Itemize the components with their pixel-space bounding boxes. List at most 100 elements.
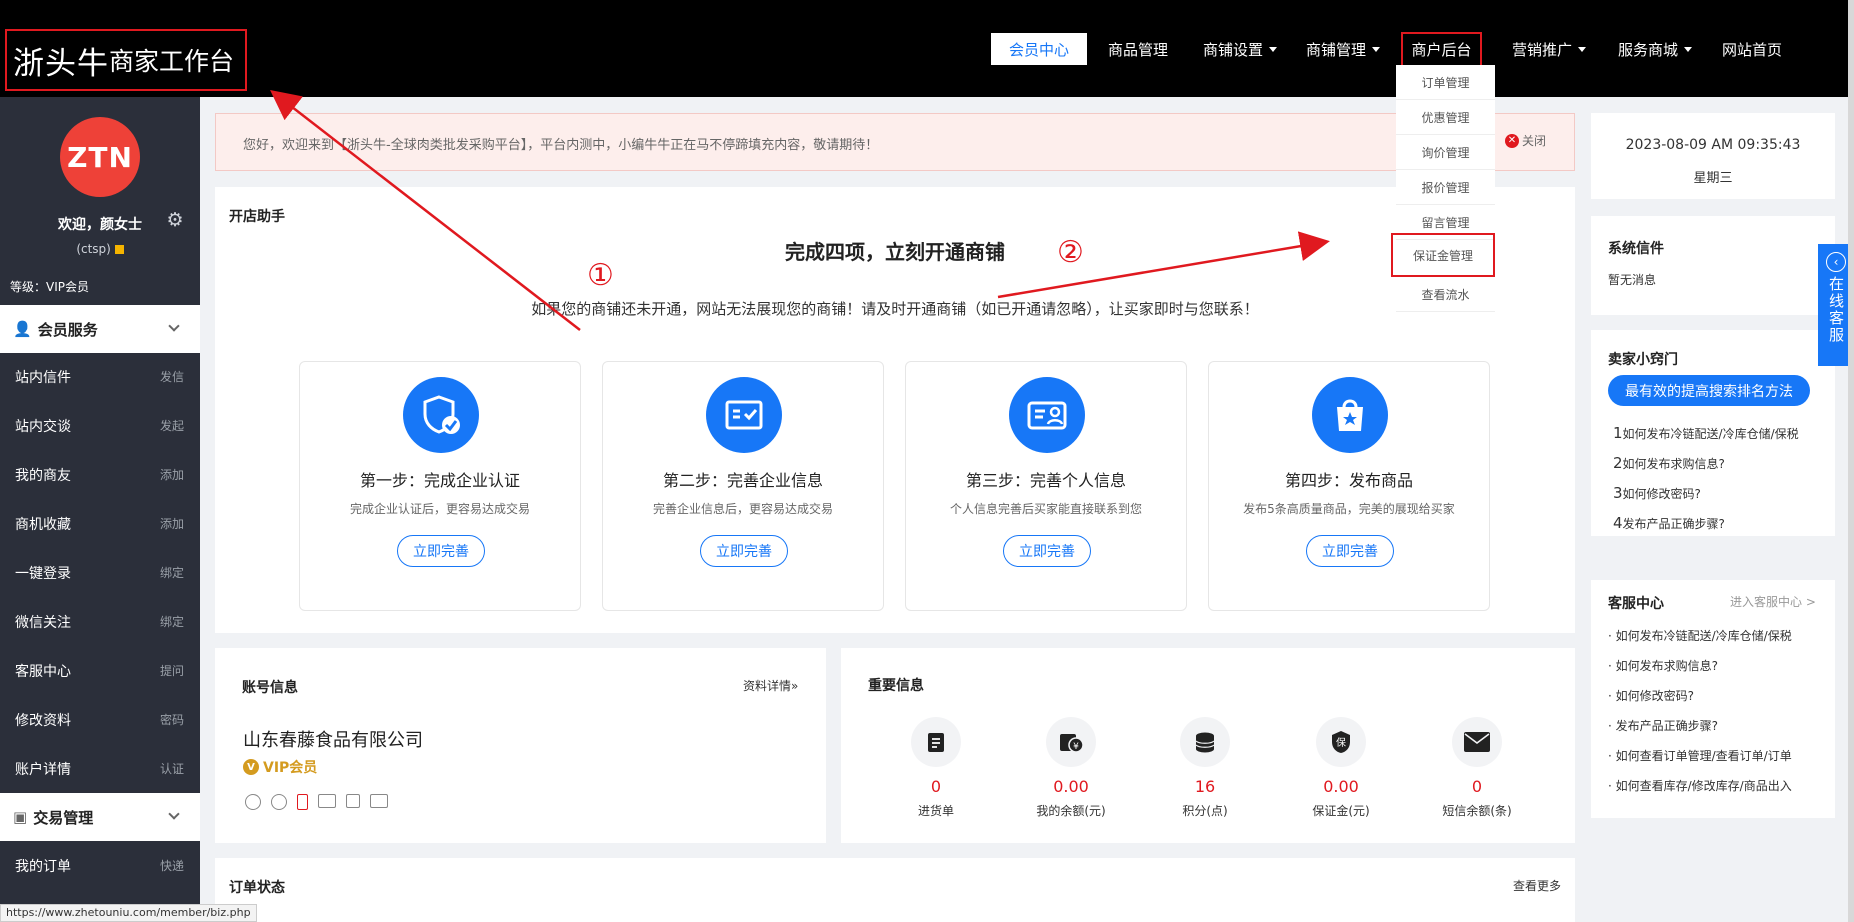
cs-link[interactable]: · 如何修改密码? <box>1608 687 1694 704</box>
tip-link[interactable]: 1如何发布冷链配送/冷库仓储/保税 <box>1613 424 1799 442</box>
sidebar-item[interactable]: 站内信件 发信 <box>0 352 200 401</box>
deposit-value: 0.00 <box>1323 777 1359 796</box>
sidebar-item[interactable]: 账户详情 认证 <box>0 744 200 793</box>
avatar[interactable]: ZTN <box>60 117 140 197</box>
sidebar-item[interactable]: 一键登录 绑定 <box>0 548 200 597</box>
sidebar-item-my-orders[interactable]: 我的订单 快递 <box>0 841 200 890</box>
menu-item-orders[interactable]: 订单管理 <box>1396 65 1495 100</box>
sidebar-item-label: 站内信件 <box>15 369 71 386</box>
datetime-text: 2023-08-09 AM 09:35:43 <box>1625 137 1801 153</box>
nav-service-mall[interactable]: 服务商城 <box>1613 33 1697 65</box>
sidebar-item-label: 修改资料 <box>15 712 71 729</box>
id-card-small-icon[interactable] <box>318 794 336 808</box>
tip-number: 2 <box>1613 454 1623 472</box>
tip-link[interactable]: 2如何发布求购信息? <box>1613 454 1725 472</box>
account-details-link[interactable]: 资料详情» <box>743 677 798 694</box>
sidebar-item[interactable]: 修改资料 密码 <box>0 695 200 744</box>
tip-number: 4 <box>1613 514 1623 532</box>
account-id: (ctsp) <box>0 242 200 256</box>
certificate-seal-icon[interactable] <box>271 794 287 810</box>
nav-merchant-backend[interactable]: 商户后台 <box>1401 32 1482 67</box>
sidebar-item[interactable]: 商机收藏 添加 <box>0 499 200 548</box>
info-item-sms[interactable] <box>1452 717 1502 767</box>
sidebar-item-label: 账户详情 <box>15 761 71 778</box>
sms-label: 短信余额(条) <box>1442 804 1512 818</box>
menu-item-inquiries[interactable]: 询价管理 <box>1396 135 1495 170</box>
sidebar-item-action[interactable]: 发信 <box>160 368 184 385</box>
nav-marketing[interactable]: 营销推广 <box>1507 33 1591 65</box>
trophy-icon[interactable] <box>245 794 261 810</box>
sidebar-item-action[interactable]: 密码 <box>160 711 184 728</box>
member-level: 等级：VIP会员 <box>10 280 89 294</box>
search-ranking-tips-button[interactable]: 最有效的提高搜索排名方法 <box>1608 375 1810 406</box>
complete-now-button[interactable]: 立即完善 <box>1003 535 1091 567</box>
customer-service-title: 客服中心 <box>1608 596 1664 612</box>
sidebar-item-action[interactable]: 绑定 <box>160 613 184 630</box>
user-icon: 👤 <box>13 320 32 338</box>
sidebar-item[interactable]: 客服中心 提问 <box>0 646 200 695</box>
section-member-services[interactable]: 👤 会员服务 <box>0 305 200 353</box>
logo[interactable]: 浙头牛 商家工作台 <box>5 29 247 91</box>
scrollbar[interactable] <box>1848 0 1854 922</box>
section-label: 会员服务 <box>37 320 98 339</box>
info-item-deposit[interactable]: 保 <box>1316 717 1366 767</box>
enter-service-center-link[interactable]: 进入客服中心 > <box>1730 593 1816 610</box>
menu-item-deposit[interactable]: 保证金管理 <box>1391 233 1495 277</box>
nav-label: 商铺管理 <box>1305 40 1366 59</box>
nav-site-home[interactable]: 网站首页 <box>1718 33 1786 65</box>
auth-icons-row <box>245 794 388 810</box>
vip-badge: V VIP会员 <box>243 757 317 777</box>
document-icon[interactable] <box>346 794 360 808</box>
steps-headline: 完成四项，立刻开通商铺 <box>785 240 1005 264</box>
step-card-1: 第一步：完成企业认证 完成企业认证后，更容易达成交易 立即完善 <box>299 361 581 611</box>
sidebar-item[interactable]: 我的商友 添加 <box>0 450 200 499</box>
menu-item-transactions[interactable]: 查看流水 <box>1396 277 1495 312</box>
nav-member-center[interactable]: 会员中心 <box>991 33 1087 65</box>
menu-item-discounts[interactable]: 优惠管理 <box>1396 100 1495 135</box>
sidebar-item-action[interactable]: 添加 <box>160 466 184 483</box>
avatar-text: ZTN <box>67 140 133 174</box>
sidebar-item-action[interactable]: 提问 <box>160 662 184 679</box>
order-status-panel <box>215 858 1575 922</box>
nav-goods[interactable]: 商品管理 <box>1097 33 1179 65</box>
cs-link[interactable]: · 如何查看订单管理/查看订单/订单 <box>1608 747 1792 764</box>
complete-now-button[interactable]: 立即完善 <box>1306 535 1394 567</box>
nav-label: 服务商城 <box>1617 40 1678 59</box>
sidebar-item-action[interactable]: 认证 <box>160 760 184 777</box>
purchase-label: 进货单 <box>917 804 954 818</box>
cs-link[interactable]: · 如何查看库存/修改库存/商品出入 <box>1608 777 1792 794</box>
sms-value: 0 <box>1471 777 1483 796</box>
sidebar-item-action[interactable]: 发起 <box>160 417 184 434</box>
sidebar-item-action[interactable]: 添加 <box>160 515 184 532</box>
section-trade-manage[interactable]: ▣ 交易管理 <box>0 793 200 841</box>
cs-link[interactable]: · 如何发布冷链配送/冷库仓储/保税 <box>1608 627 1792 644</box>
cs-link[interactable]: · 如何发布求购信息? <box>1608 657 1718 674</box>
cs-link[interactable]: · 发布产品正确步骤? <box>1608 717 1718 734</box>
online-service-label: 在线客服 <box>1827 276 1845 344</box>
nav-label: 营销推广 <box>1511 40 1572 59</box>
sidebar-item-action[interactable]: 绑定 <box>160 564 184 581</box>
info-item-points[interactable] <box>1180 717 1230 767</box>
info-item-purchase[interactable] <box>911 717 961 767</box>
info-item-balance[interactable]: ¥ <box>1046 717 1096 767</box>
sidebar-item[interactable]: 站内交谈 发起 <box>0 401 200 450</box>
step-desc: 发布5条高质量商品，完美的展现给买家 <box>1243 502 1455 516</box>
tip-link[interactable]: 3如何修改密码? <box>1613 484 1701 502</box>
mobile-icon[interactable] <box>297 794 308 810</box>
panel-title: 开店助手 <box>229 209 285 225</box>
menu-item-quotes[interactable]: 报价管理 <box>1396 170 1495 205</box>
important-title: 重要信息 <box>868 678 924 694</box>
tip-link[interactable]: 4发布产品正确步骤? <box>1613 514 1725 532</box>
sidebar-item[interactable]: 微信关注 绑定 <box>0 597 200 646</box>
account-title: 账号信息 <box>242 680 298 696</box>
view-more-link[interactable]: 查看更多 <box>1513 877 1561 894</box>
notice-close-button[interactable]: ✕ 关闭 <box>1505 132 1546 149</box>
certificate-icon <box>706 377 782 453</box>
complete-now-button[interactable]: 立即完善 <box>397 535 485 567</box>
sidebar-item-label: 商机收藏 <box>15 516 71 533</box>
shield-check-icon <box>403 377 479 453</box>
nav-shop-settings[interactable]: 商铺设置 <box>1195 33 1285 65</box>
bank-card-icon[interactable] <box>370 794 388 808</box>
complete-now-button[interactable]: 立即完善 <box>700 535 788 567</box>
nav-shop-manage[interactable]: 商铺管理 <box>1298 33 1388 65</box>
